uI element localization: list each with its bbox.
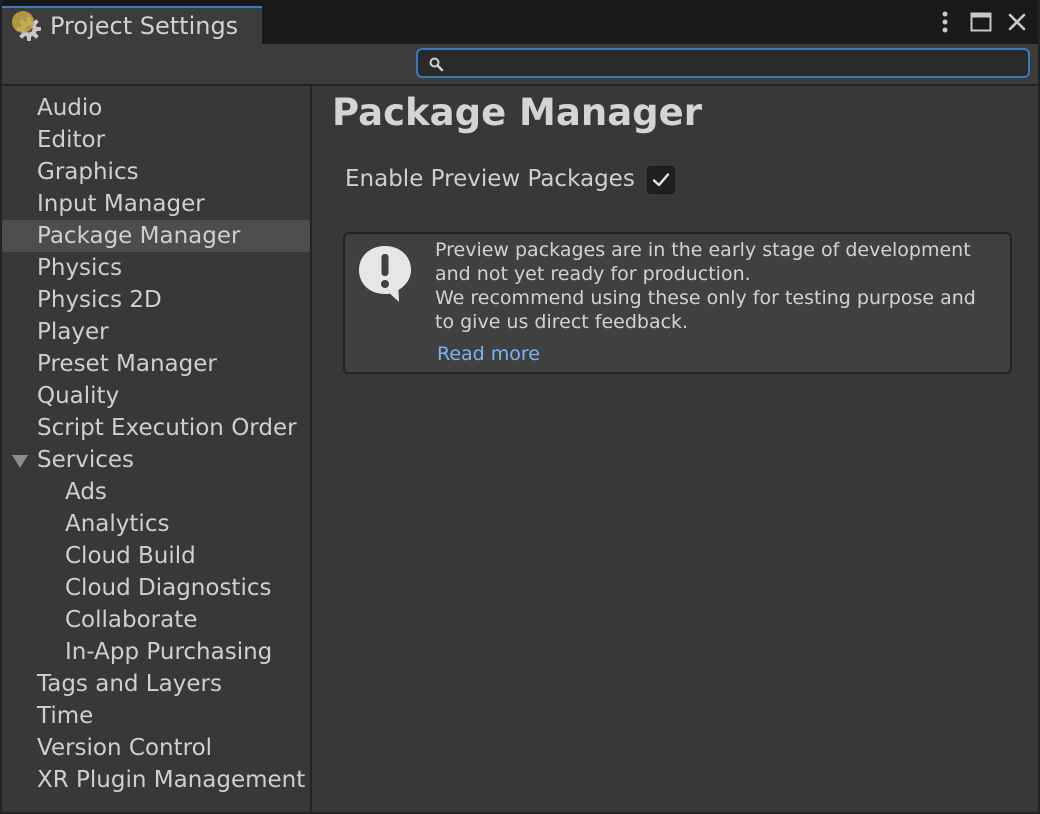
sidebar-item-in-app-purchasing[interactable]: In-App Purchasing	[2, 636, 310, 668]
preview-warning-helpbox: Preview packages are in the early stage …	[343, 232, 1012, 374]
window-controls	[932, 8, 1030, 36]
fold-arrow-down-icon[interactable]	[12, 455, 28, 468]
sidebar-item-label: Graphics	[37, 159, 139, 185]
close-icon[interactable]	[1004, 9, 1030, 35]
read-more-link[interactable]: Read more	[437, 342, 540, 366]
sidebar-item-label: Analytics	[65, 511, 170, 537]
sidebar-item-label: Player	[37, 319, 109, 345]
project-settings-window: Project Settings Audio Editor Graphics I…	[0, 0, 1040, 814]
sidebar-item-label: Cloud Diagnostics	[65, 575, 272, 601]
enable-preview-packages-checkbox[interactable]	[647, 166, 675, 194]
sidebar-item-cloud-build[interactable]: Cloud Build	[2, 540, 310, 572]
sidebar-item-input-manager[interactable]: Input Manager	[2, 188, 310, 220]
sidebar-item-script-execution-order[interactable]: Script Execution Order	[2, 412, 310, 444]
sidebar-item-version-control[interactable]: Version Control	[2, 732, 310, 764]
sidebar-item-editor[interactable]: Editor	[2, 124, 310, 156]
search-icon	[428, 56, 444, 72]
page-title: Package Manager	[332, 91, 702, 134]
helpbox-line: Preview packages are in the early stage …	[435, 239, 971, 261]
warning-speech-bubble-icon	[357, 244, 413, 304]
more-options-icon[interactable]	[932, 9, 958, 35]
sidebar-item-audio[interactable]: Audio	[2, 92, 310, 124]
cursor-highlight	[12, 11, 34, 33]
sidebar-item-ads[interactable]: Ads	[2, 476, 310, 508]
sidebar-item-label: Version Control	[37, 735, 213, 761]
sidebar-item-label: Time	[37, 703, 94, 729]
sidebar-item-physics[interactable]: Physics	[2, 252, 310, 284]
helpbox-line: We recommend using these only for testin…	[435, 287, 976, 309]
helpbox-line: and not yet ready for production.	[435, 263, 751, 285]
sidebar-item-label: Preset Manager	[37, 351, 217, 377]
sidebar-item-label: Input Manager	[37, 191, 205, 217]
enable-preview-packages-label: Enable Preview Packages	[345, 166, 635, 192]
sidebar-item-label: In-App Purchasing	[65, 639, 273, 665]
sidebar-item-label: Services	[37, 447, 134, 473]
sidebar-item-label: Quality	[37, 383, 120, 409]
window-title: Project Settings	[50, 12, 239, 40]
sidebar-item-cloud-diagnostics[interactable]: Cloud Diagnostics	[2, 572, 310, 604]
sidebar-item-quality[interactable]: Quality	[2, 380, 310, 412]
sidebar-item-label: Ads	[65, 479, 107, 505]
maximize-icon[interactable]	[968, 9, 994, 35]
sidebar-item-label: Collaborate	[65, 607, 198, 633]
sidebar-item-label: Tags and Layers	[37, 671, 222, 697]
sidebar-item-player[interactable]: Player	[2, 316, 310, 348]
helpbox-line: to give us direct feedback.	[435, 311, 689, 333]
sidebar-item-label: Physics	[37, 255, 123, 281]
search-field[interactable]	[416, 48, 1030, 78]
sidebar-item-label: Editor	[37, 127, 106, 153]
sidebar-item-package-manager[interactable]: Package Manager	[2, 220, 310, 252]
gear-icon	[8, 10, 42, 44]
title-bar: Project Settings	[2, 0, 1038, 44]
sidebar-item-tags-and-layers[interactable]: Tags and Layers	[2, 668, 310, 700]
sidebar-item-label: Audio	[37, 95, 103, 121]
sidebar-item-analytics[interactable]: Analytics	[2, 508, 310, 540]
sidebar-item-label: Cloud Build	[65, 543, 196, 569]
sidebar-item-label: Physics 2D	[37, 287, 162, 313]
checkmark-icon	[652, 173, 670, 187]
search-input[interactable]	[450, 52, 1014, 76]
sidebar-item-label: Script Execution Order	[37, 415, 297, 441]
sidebar-item-xr-plugin-management[interactable]: XR Plugin Management	[2, 764, 310, 796]
sidebar-item-services[interactable]: Services	[2, 444, 310, 476]
window-tab[interactable]: Project Settings	[2, 6, 262, 44]
sidebar-item-time[interactable]: Time	[2, 700, 310, 732]
sidebar-item-label: Package Manager	[37, 223, 241, 249]
sidebar-item-label: XR Plugin Management	[37, 767, 306, 793]
sidebar-item-physics-2d[interactable]: Physics 2D	[2, 284, 310, 316]
toolbar	[2, 44, 1038, 86]
sidebar-item-graphics[interactable]: Graphics	[2, 156, 310, 188]
sidebar-item-preset-manager[interactable]: Preset Manager	[2, 348, 310, 380]
settings-content: Package Manager Enable Preview Packages …	[312, 86, 1038, 812]
helpbox-message: Preview packages are in the early stage …	[435, 238, 1005, 334]
settings-sidebar: Audio Editor Graphics Input Manager Pack…	[2, 86, 312, 812]
sidebar-item-collaborate[interactable]: Collaborate	[2, 604, 310, 636]
